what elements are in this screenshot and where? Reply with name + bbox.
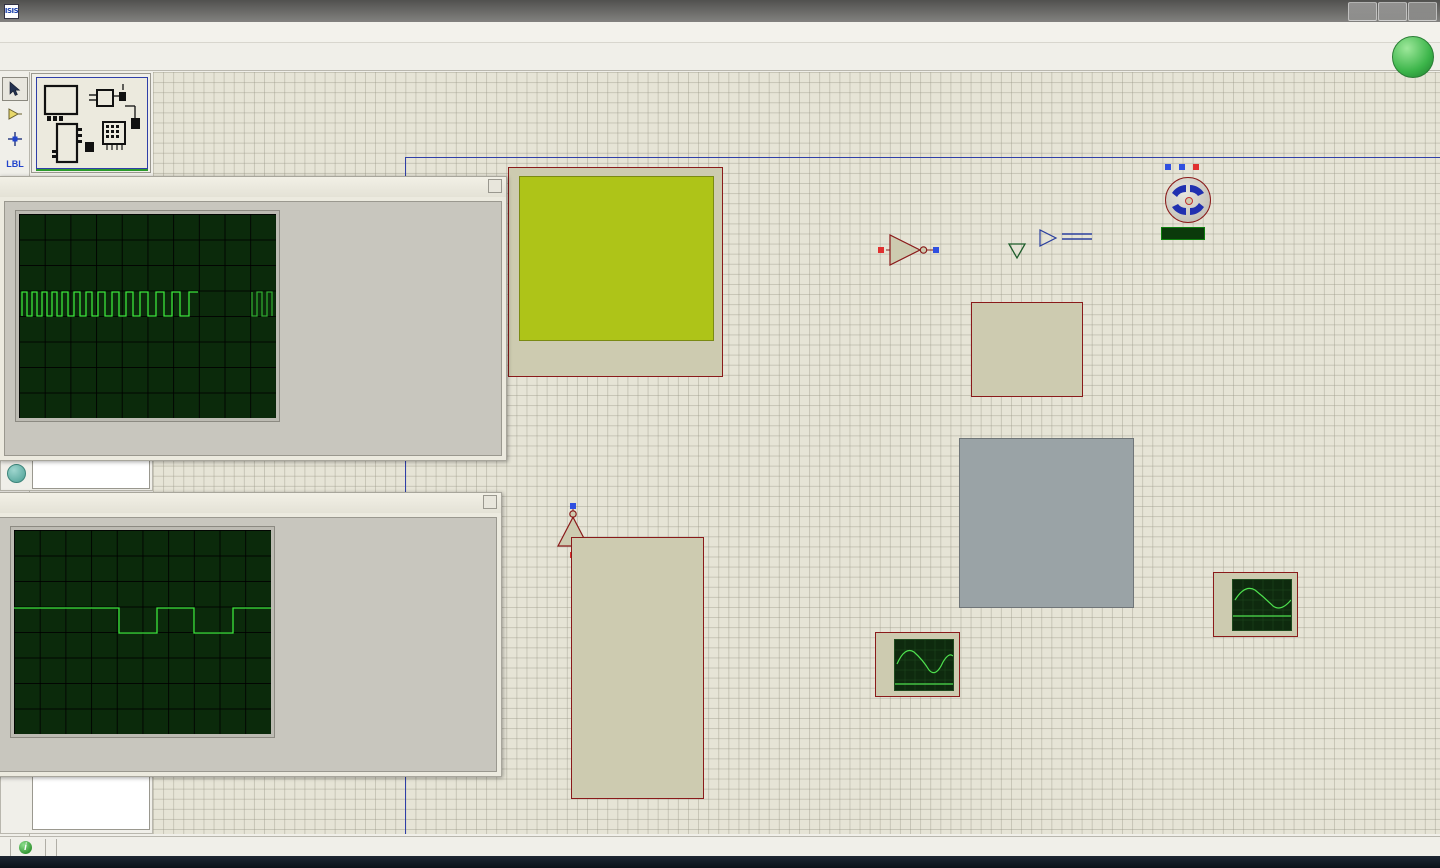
motor-pin-2 [1179, 164, 1185, 170]
motor-hub [1185, 197, 1193, 205]
lcd1-screen [519, 176, 714, 341]
scope1-body [4, 201, 502, 456]
scope2-body [0, 517, 497, 772]
preview-indicator-icon [7, 464, 26, 483]
close-button[interactable] [1408, 1, 1437, 21]
overview-panel[interactable] [31, 73, 151, 173]
menu-bar [0, 22, 1440, 43]
motor-voltage-display [1161, 227, 1205, 240]
lcd-direction [526, 192, 707, 207]
isis-icon: ISIS [4, 3, 19, 19]
message-count-cell[interactable]: i [10, 838, 46, 857]
u3a-out-pin-square [933, 247, 939, 253]
probe-right-trace [1233, 580, 1291, 630]
motor-pin-3 [1193, 164, 1199, 170]
lcd1-body[interactable] [508, 167, 723, 377]
preview-area [32, 458, 150, 489]
u3a-in-pin-square [878, 247, 884, 253]
status-bar: i [0, 836, 1440, 858]
animation-speed-badge [1392, 36, 1434, 78]
scope1-close-icon[interactable] [488, 179, 502, 193]
motor-pin-1 [1165, 164, 1171, 170]
scope2-title-bar [0, 493, 501, 513]
lcd-speed-row [526, 207, 707, 213]
object-list-area [32, 774, 150, 830]
junction-dot-icon[interactable] [2, 127, 28, 151]
minimize-button[interactable] [1348, 1, 1377, 21]
battery-symbol [1039, 229, 1058, 247]
overview-sketch [43, 84, 140, 164]
u2-body [971, 302, 1083, 397]
component-mode-icon[interactable] [2, 102, 28, 126]
keypad-component[interactable] [959, 438, 1134, 608]
scope1-crt-frame [15, 210, 280, 422]
scope1-crt [19, 214, 276, 418]
probe-lower-trace [895, 640, 953, 690]
u1-body [571, 537, 704, 799]
scope2-close-icon[interactable] [483, 495, 497, 509]
title-bar: ISIS [0, 0, 1440, 22]
probe-right-screen [1232, 579, 1292, 631]
info-icon: i [19, 841, 32, 854]
vsm-oscilloscope-window-1[interactable] [0, 176, 507, 461]
scope2-crt [14, 530, 271, 734]
window-controls [1347, 1, 1440, 21]
isis-application-window: ISIS LBL i [0, 0, 1440, 858]
supply-lines [1062, 233, 1092, 240]
scope1-trace [21, 291, 273, 317]
oscilloscope-probe-lower[interactable] [875, 632, 960, 697]
windows-taskbar [0, 856, 1440, 868]
oscilloscope-probe-right[interactable] [1213, 572, 1298, 637]
scope1-title-bar [0, 177, 506, 197]
object-selector-list[interactable] [0, 770, 153, 834]
animation-status-label [56, 838, 73, 857]
probe-lower-screen [894, 639, 954, 691]
wire-label-icon[interactable]: LBL [2, 152, 28, 176]
overview-viewport-indicator [36, 169, 148, 171]
maximize-button[interactable] [1378, 1, 1407, 21]
scope2-trace [14, 607, 271, 634]
title-bar-left: ISIS [0, 3, 25, 19]
ground-symbol-u2vs [1007, 243, 1027, 260]
vsm-oscilloscope-window-2[interactable] [0, 492, 502, 777]
schematic-overview-thumbnail [36, 77, 148, 169]
lcd1-pin-strip [517, 344, 717, 374]
u3b-in-pin-square [570, 503, 576, 509]
scope2-crt-frame [10, 526, 275, 738]
selection-mode-icon[interactable] [2, 77, 28, 101]
tool-bar [0, 43, 1440, 71]
dc-motor-symbol[interactable] [1165, 177, 1211, 223]
